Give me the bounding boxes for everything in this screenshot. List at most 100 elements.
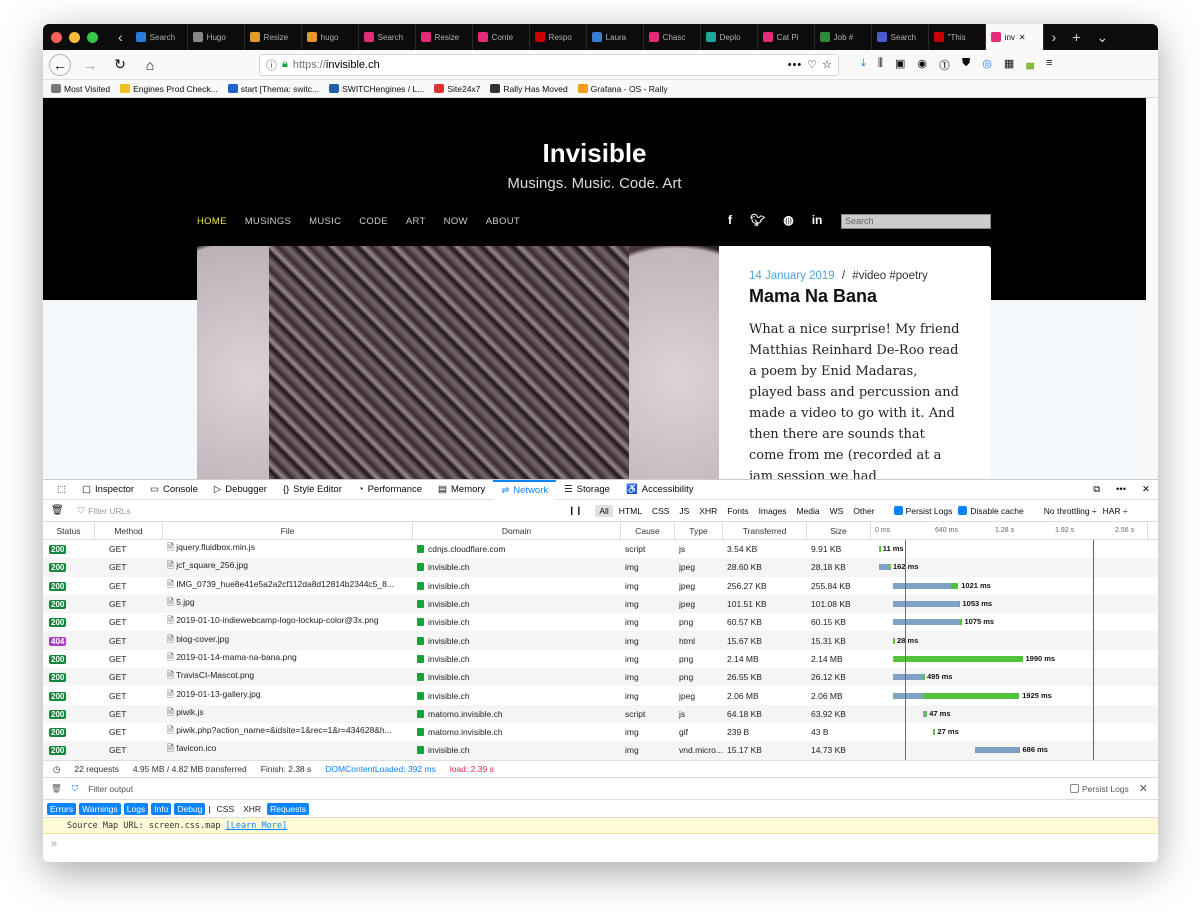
browser-tab[interactable]: Respo bbox=[530, 24, 587, 50]
learn-more-link[interactable]: [Learn More] bbox=[226, 821, 287, 831]
table-row[interactable]: 200 GET 🗎 favicon.ico invisible.ch img vnd.mi… bbox=[43, 741, 1158, 760]
post-title[interactable]: Mama Na Bana bbox=[749, 286, 961, 307]
back-arrow-icon[interactable]: ← bbox=[49, 53, 71, 76]
bookmark-item[interactable]: Grafana - OS - Rally bbox=[577, 84, 668, 94]
filter-type-media[interactable]: Media bbox=[792, 505, 823, 517]
tab-scroll-left-icon[interactable]: ‹ bbox=[110, 29, 131, 45]
browser-tab[interactable]: hugo bbox=[302, 24, 359, 50]
pause-icon[interactable]: ❙❙ bbox=[568, 505, 582, 516]
download-icon[interactable]: ⤓ bbox=[861, 57, 866, 73]
page-actions-icon[interactable]: ••• bbox=[788, 59, 803, 71]
twitter-icon[interactable]: 🐦︎ bbox=[750, 213, 765, 227]
browser-tab[interactable]: "This bbox=[929, 24, 986, 50]
close-tab-icon[interactable]: ✕ bbox=[1019, 33, 1026, 42]
bookmark-item[interactable]: Most Visited bbox=[51, 84, 110, 94]
devtools-tab-console[interactable]: ▭ Console bbox=[142, 480, 206, 500]
bookmark-star-icon[interactable]: ☆ bbox=[822, 58, 832, 71]
devtools-tab-storage[interactable]: ☰ Storage bbox=[556, 480, 618, 500]
waterfall-header[interactable]: 0 ms 640 ms 1.28 s 1.92 s 2.56 s bbox=[871, 521, 1148, 540]
browser-tab[interactable]: Job # bbox=[815, 24, 872, 50]
pick-element-icon[interactable]: ⬚ bbox=[49, 480, 74, 500]
console-filter-css[interactable]: CSS bbox=[214, 803, 237, 815]
table-row[interactable]: 200 GET 🗎 jquery.fluidbox.min.js cdnjs.clou… bbox=[43, 540, 1158, 558]
minimize-window-button[interactable] bbox=[69, 31, 80, 43]
performance-icon[interactable]: ◷ bbox=[53, 764, 60, 775]
table-row[interactable]: 200 GET 🗎 IMG_0739_hue8e41e5a2a2cf112da8d1… bbox=[43, 577, 1158, 595]
post-image[interactable] bbox=[197, 246, 719, 480]
table-row[interactable]: 404 GET 🗎 blog-cover.jpg invisible.ch img htm… bbox=[43, 631, 1158, 650]
console-level-logs[interactable]: Logs bbox=[123, 802, 149, 815]
devtools-tab-memory[interactable]: ▤ Memory bbox=[430, 480, 493, 500]
bookmark-item[interactable]: Rally Has Moved bbox=[490, 84, 568, 94]
pinboard-icon[interactable]: ▦ bbox=[1004, 57, 1014, 73]
column-header-transferred[interactable]: Transferred bbox=[723, 521, 807, 540]
nav-item-art[interactable]: ART bbox=[406, 216, 426, 227]
close-console-icon[interactable]: ✕ bbox=[1139, 782, 1148, 795]
grass-icon[interactable]: ▄ bbox=[1026, 57, 1034, 73]
column-header-size[interactable]: Size bbox=[807, 521, 871, 540]
github-icon[interactable]: ◍ bbox=[783, 213, 793, 227]
bookmark-item[interactable]: SWITCHengines / L... bbox=[329, 84, 424, 94]
bookmark-item[interactable]: Site24x7 bbox=[434, 84, 480, 94]
devtools-tab-style-editor[interactable]: {} Style Editor bbox=[275, 480, 350, 500]
browser-tab[interactable]: Laura bbox=[587, 24, 644, 50]
devtools-tab-accessibility[interactable]: ♿ Accessibility bbox=[618, 480, 702, 500]
close-devtools-icon[interactable]: ✕ bbox=[1134, 480, 1158, 500]
devtools-tab-performance[interactable]: ◔ Performance bbox=[350, 480, 430, 500]
filter-type-images[interactable]: Images bbox=[755, 505, 791, 517]
extension-icon[interactable]: ◉ bbox=[917, 57, 927, 73]
home-icon[interactable]: ⌂ bbox=[139, 54, 161, 76]
console-level-warnings[interactable]: Warnings bbox=[79, 802, 121, 815]
browser-tab[interactable]: inv ✕ bbox=[985, 24, 1044, 50]
column-header-status[interactable]: Status bbox=[43, 521, 95, 540]
throttling-select[interactable]: No throttling ÷ bbox=[1044, 506, 1097, 516]
nav-item-music[interactable]: MUSIC bbox=[309, 216, 341, 227]
table-row[interactable]: 200 GET 🗎 5.jpg invisible.ch img jpeg 101.51 K… bbox=[43, 594, 1158, 614]
filter-type-fonts[interactable]: Fonts bbox=[723, 505, 752, 517]
console-filter-icon[interactable]: ⛉ bbox=[72, 783, 78, 794]
site-title[interactable]: Invisible bbox=[43, 138, 1146, 169]
filter-type-ws[interactable]: WS bbox=[826, 505, 848, 517]
nav-item-code[interactable]: CODE bbox=[359, 216, 388, 227]
tab-scroll-right-icon[interactable]: › bbox=[1044, 29, 1065, 45]
filter-type-js[interactable]: JS bbox=[675, 505, 693, 517]
console-input[interactable]: » bbox=[43, 834, 1158, 854]
filter-type-xhr[interactable]: XHR bbox=[695, 505, 721, 517]
devtools-tab-inspector[interactable]: ▢ Inspector bbox=[74, 480, 142, 500]
browser-tab[interactable]: Conte bbox=[473, 24, 530, 50]
column-header-file[interactable]: File bbox=[163, 521, 413, 540]
linkedin-icon[interactable]: in bbox=[812, 213, 823, 227]
console-filter-input[interactable]: Filter output bbox=[88, 784, 1060, 794]
nav-item-home[interactable]: HOME bbox=[197, 216, 227, 227]
browser-tab[interactable]: Deplo bbox=[701, 24, 758, 50]
trash-icon[interactable]: 🗑︎ bbox=[51, 505, 64, 516]
close-window-button[interactable] bbox=[51, 31, 62, 43]
filter-type-html[interactable]: HTML bbox=[615, 505, 646, 517]
nav-item-musings[interactable]: MUSINGS bbox=[245, 216, 291, 227]
column-header-domain[interactable]: Domain bbox=[413, 521, 621, 540]
nav-item-now[interactable]: NOW bbox=[444, 216, 468, 227]
table-row[interactable]: 200 GET 🗎 2019-01-13-gallery.jpg invisible.… bbox=[43, 686, 1158, 704]
browser-tab[interactable]: Hugo bbox=[188, 24, 245, 50]
console-trash-icon[interactable]: 🗑︎ bbox=[51, 783, 62, 794]
info-icon[interactable]: ⓘ bbox=[266, 57, 277, 73]
console-persist-checkbox[interactable]: Persist Logs bbox=[1070, 783, 1129, 794]
library-icon[interactable]: ⫼ bbox=[878, 57, 883, 73]
bookmark-item[interactable]: Engines Prod Check... bbox=[120, 84, 218, 94]
browser-tab[interactable]: Search bbox=[872, 24, 929, 50]
devtools-tab-debugger[interactable]: ▷ Debugger bbox=[206, 480, 275, 500]
new-tab-icon[interactable]: + bbox=[1064, 29, 1088, 45]
table-row[interactable]: 200 GET 🗎 TravisCI-Mascot.png invisible.ch i… bbox=[43, 668, 1158, 687]
dock-icon[interactable]: ⧉ bbox=[1085, 480, 1108, 500]
column-header-method[interactable]: Method bbox=[95, 521, 163, 540]
url-bar[interactable]: ⓘ 🔒︎ https://invisible.ch ••• ♡ ☆ bbox=[259, 53, 839, 76]
menu-hamburger-icon[interactable]: ≡ bbox=[1046, 57, 1052, 73]
console-filter-xhr[interactable]: XHR bbox=[240, 803, 264, 815]
persist-logs-checkbox[interactable]: Persist Logs bbox=[893, 505, 952, 516]
post-tags[interactable]: #video #poetry bbox=[852, 270, 927, 282]
browser-tab[interactable]: Resize bbox=[416, 24, 473, 50]
devtools-tab-network[interactable]: ⇌ Network bbox=[493, 479, 557, 500]
column-header-cause[interactable]: Cause bbox=[621, 521, 675, 540]
bookmark-item[interactable]: start [Thema: switc... bbox=[227, 84, 319, 94]
browser-tab[interactable]: Resize bbox=[245, 24, 302, 50]
